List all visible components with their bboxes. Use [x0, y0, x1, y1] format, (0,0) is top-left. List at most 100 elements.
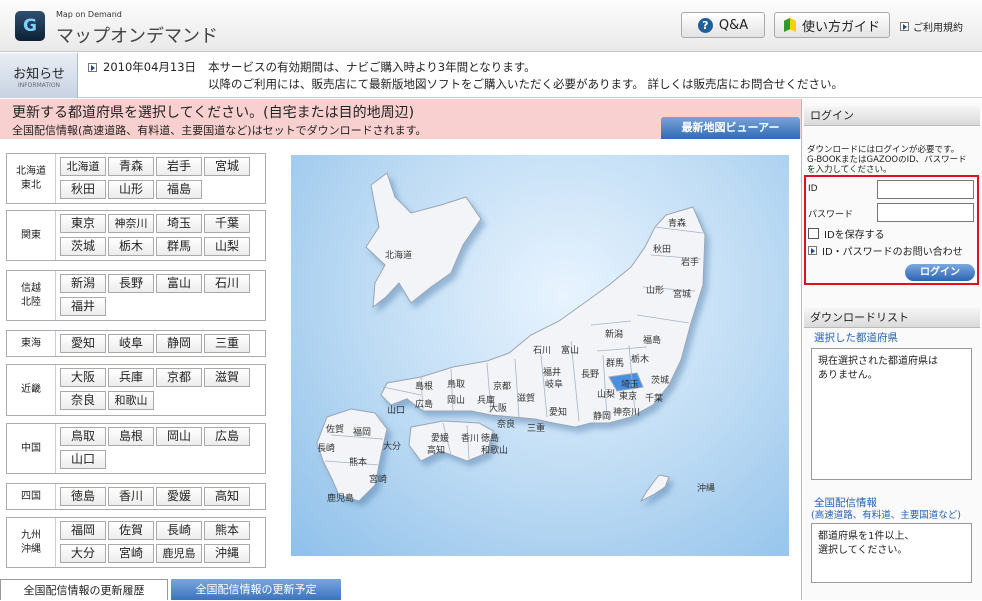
id-input[interactable] — [877, 180, 974, 199]
prefecture-button[interactable]: 岡山 — [156, 427, 202, 446]
prefecture-button[interactable]: 鹿児島 — [156, 544, 202, 563]
qa-button[interactable]: ? Q&A — [681, 12, 765, 38]
prefecture-button[interactable]: 宮崎 — [108, 544, 154, 563]
prefecture-button[interactable]: 埼玉 — [156, 214, 202, 233]
map-label[interactable]: 広島 — [415, 397, 433, 410]
prefecture-button[interactable]: 滋賀 — [204, 368, 250, 387]
map-label[interactable]: 岐阜 — [545, 377, 563, 390]
map-label[interactable]: 栃木 — [631, 352, 649, 365]
map-label[interactable]: 山梨 — [597, 387, 615, 400]
map-label[interactable]: 奈良 — [497, 417, 515, 430]
prefecture-button[interactable]: 茨城 — [60, 237, 106, 256]
map-label[interactable]: 東京 — [619, 389, 637, 402]
prefecture-button[interactable]: 香川 — [108, 487, 154, 506]
prefecture-button[interactable]: 栃木 — [108, 237, 154, 256]
prefecture-button[interactable]: 富山 — [156, 274, 202, 293]
map-label[interactable]: 和歌山 — [481, 443, 508, 456]
map-label[interactable]: 山口 — [387, 403, 405, 416]
japan-map[interactable]: 北海道 青森 秋田 岩手 山形 宮城 新潟 福島 石川 富山 群馬 栃木 福井 長野 埼玉 茨城 島根 鳥取 京都岐… — [291, 155, 789, 556]
prefecture-button[interactable]: 宮城 — [204, 157, 250, 176]
tab-update-history[interactable]: 全国配信情報の更新履歴 — [0, 579, 168, 600]
map-label[interactable]: 岡山 — [447, 393, 465, 406]
map-label[interactable]: 青森 — [668, 216, 686, 229]
map-label[interactable]: 秋田 — [653, 242, 671, 255]
map-label[interactable]: 熊本 — [349, 455, 367, 468]
map-label[interactable]: 京都 — [493, 379, 511, 392]
map-label[interactable]: 岩手 — [681, 255, 699, 268]
map-label[interactable]: 鹿児島 — [327, 491, 354, 504]
map-label[interactable]: 福島 — [643, 333, 661, 346]
map-label[interactable]: 愛知 — [549, 405, 567, 418]
prefecture-button[interactable]: 兵庫 — [108, 368, 154, 387]
tab-update-schedule[interactable]: 全国配信情報の更新予定 — [171, 579, 341, 600]
prefecture-button[interactable]: 山梨 — [204, 237, 250, 256]
map-label[interactable]: 新潟 — [605, 327, 623, 340]
prefecture-button[interactable]: 高知 — [204, 487, 250, 506]
prefecture-button[interactable]: 大阪 — [60, 368, 106, 387]
prefecture-button[interactable]: 群馬 — [156, 237, 202, 256]
prefecture-button[interactable]: 京都 — [156, 368, 202, 387]
prefecture-button[interactable]: 岩手 — [156, 157, 202, 176]
map-label[interactable]: 大分 — [383, 439, 401, 452]
prefecture-button[interactable]: 福井 — [60, 297, 106, 316]
map-label[interactable]: 福岡 — [353, 425, 371, 438]
map-label[interactable]: 滋賀 — [517, 391, 535, 404]
prefecture-button[interactable]: 長崎 — [156, 521, 202, 540]
prefecture-button[interactable]: 奈良 — [60, 391, 106, 410]
map-label[interactable]: 宮崎 — [369, 472, 387, 485]
map-label[interactable]: 佐賀 — [326, 422, 344, 435]
prefecture-button[interactable]: 新潟 — [60, 274, 106, 293]
prefecture-button[interactable]: 鳥取 — [60, 427, 106, 446]
map-label[interactable]: 宮城 — [673, 287, 691, 300]
prefecture-button[interactable]: 大分 — [60, 544, 106, 563]
prefecture-button[interactable]: 千葉 — [204, 214, 250, 233]
password-input[interactable] — [877, 203, 974, 222]
prefecture-button[interactable]: 東京 — [60, 214, 106, 233]
map-label[interactable]: 島根 — [415, 379, 433, 392]
prefecture-button[interactable]: 徳島 — [60, 487, 106, 506]
map-label[interactable]: 長崎 — [317, 441, 335, 454]
login-button[interactable]: ログイン — [905, 264, 975, 281]
save-id-checkbox[interactable] — [808, 228, 819, 239]
prefecture-button[interactable]: 石川 — [204, 274, 250, 293]
map-label[interactable]: 沖縄 — [697, 481, 715, 494]
map-label[interactable]: 神奈川 — [613, 405, 640, 418]
map-label[interactable]: 千葉 — [645, 391, 663, 404]
map-label[interactable]: 山形 — [646, 283, 664, 296]
prefecture-button[interactable]: 山形 — [108, 180, 154, 199]
prefecture-button[interactable]: 広島 — [204, 427, 250, 446]
map-label[interactable]: 三重 — [527, 421, 545, 434]
map-label[interactable]: 長野 — [581, 367, 599, 380]
map-label[interactable]: 石川 — [533, 343, 551, 356]
map-label[interactable]: 香川 — [461, 431, 479, 444]
map-label[interactable]: 北海道 — [385, 248, 412, 261]
map-label[interactable]: 静岡 — [593, 409, 611, 422]
prefecture-button[interactable]: 山口 — [60, 450, 106, 469]
terms-link[interactable]: ご利用規約 — [900, 19, 963, 34]
prefecture-button[interactable]: 愛媛 — [156, 487, 202, 506]
save-id-option[interactable]: IDを保存する — [808, 226, 885, 241]
prefecture-button[interactable]: 和歌山 — [108, 391, 154, 410]
map-label[interactable]: 群馬 — [606, 356, 624, 369]
map-label[interactable]: 富山 — [561, 343, 579, 356]
prefecture-button[interactable]: 島根 — [108, 427, 154, 446]
prefecture-button[interactable]: 神奈川 — [108, 214, 154, 233]
prefecture-button[interactable]: 福島 — [156, 180, 202, 199]
prefecture-button[interactable]: 長野 — [108, 274, 154, 293]
guide-button[interactable]: 使い方ガイド — [774, 12, 890, 38]
id-password-inquiry-link[interactable]: ID・パスワードのお問い合わせ — [808, 243, 963, 258]
prefecture-button[interactable]: 北海道 — [60, 157, 106, 176]
prefecture-button[interactable]: 熊本 — [204, 521, 250, 540]
map-label[interactable]: 鳥取 — [447, 377, 465, 390]
prefecture-button[interactable]: 福岡 — [60, 521, 106, 540]
prefecture-button[interactable]: 秋田 — [60, 180, 106, 199]
prefecture-button[interactable]: 佐賀 — [108, 521, 154, 540]
map-label[interactable]: 大阪 — [489, 401, 507, 414]
prefecture-button[interactable]: 沖縄 — [204, 544, 250, 563]
map-label[interactable]: 高知 — [427, 443, 445, 456]
prefecture-button[interactable]: 三重 — [204, 334, 250, 353]
map-label[interactable]: 茨城 — [651, 373, 669, 386]
map-viewer-button[interactable]: 最新地図ビューアー — [661, 117, 800, 139]
prefecture-button[interactable]: 岐阜 — [108, 334, 154, 353]
prefecture-button[interactable]: 青森 — [108, 157, 154, 176]
